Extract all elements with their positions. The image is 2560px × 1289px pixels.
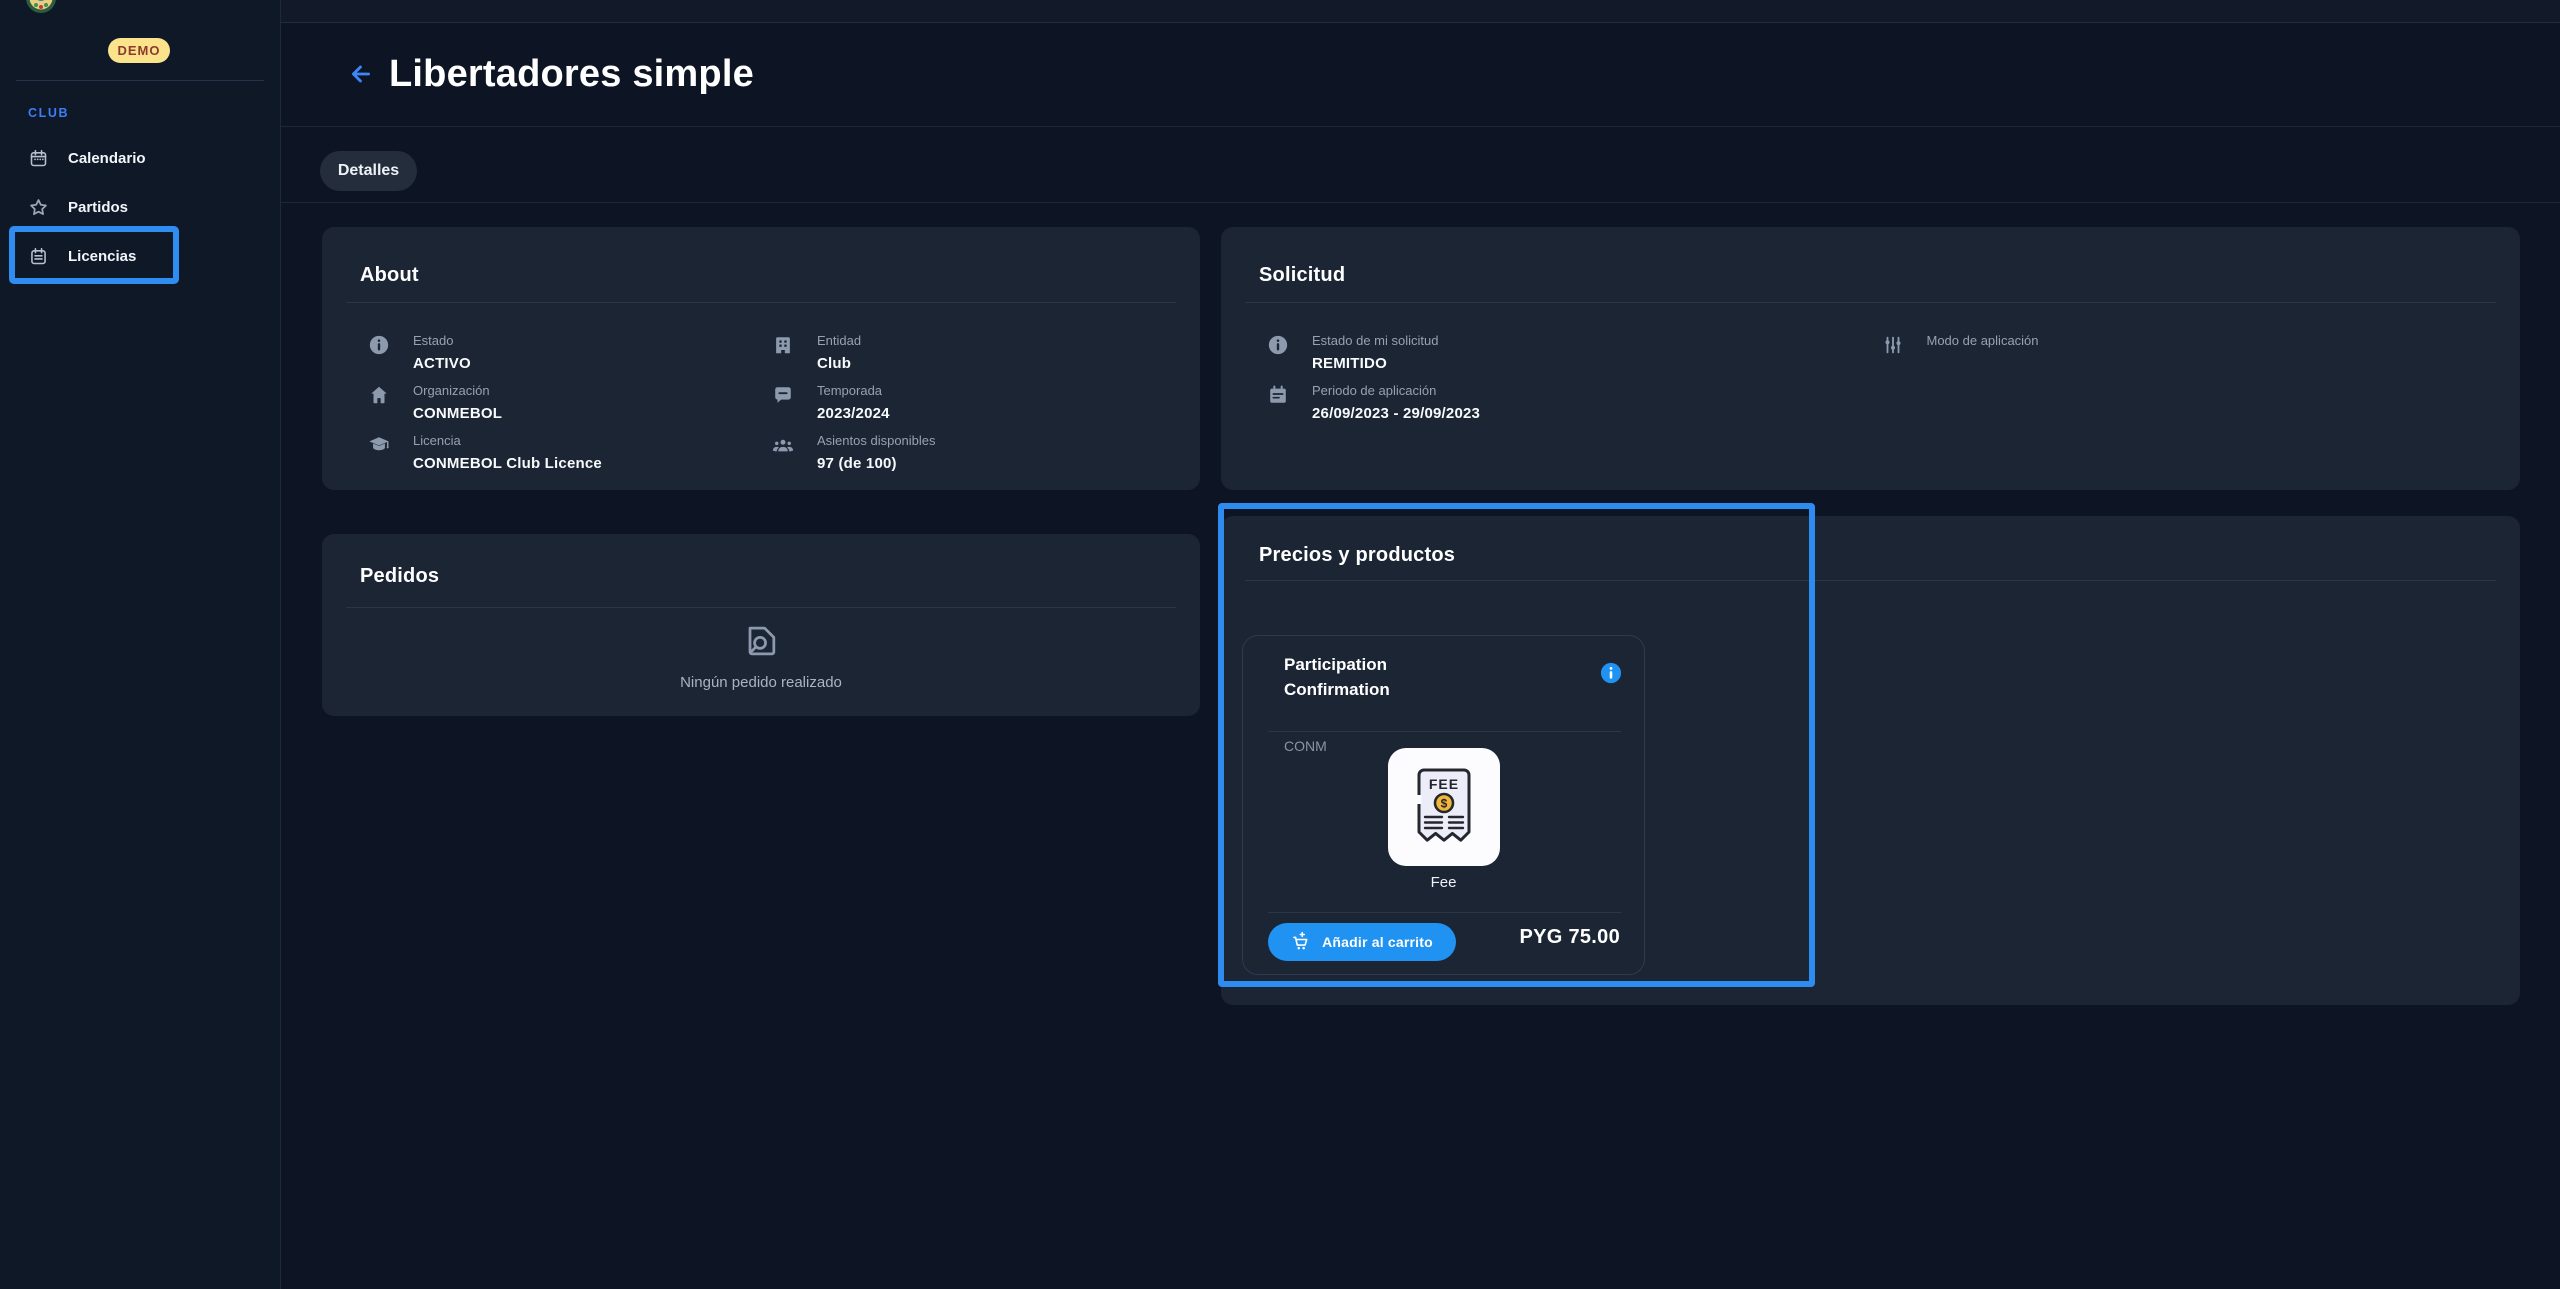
- product-image: FEE $: [1388, 748, 1500, 866]
- field-label: Asientos disponibles: [817, 433, 936, 449]
- card-title: Solicitud: [1259, 264, 1345, 287]
- pedidos-card: Pedidos Ningún pedido realizado: [322, 534, 1200, 716]
- field-label: Modo de aplicación: [1927, 333, 2039, 349]
- sidebar-divider: [16, 80, 264, 81]
- club-crest-logo[interactable]: [24, 0, 58, 14]
- about-field-estado: Estado ACTIVO: [368, 333, 772, 375]
- sidebar-item-licencias[interactable]: Licencias: [28, 243, 136, 269]
- info-icon: [368, 334, 390, 356]
- product-divider: [1268, 912, 1621, 913]
- top-strip: [0, 0, 2560, 23]
- cart-plus-icon: [1291, 932, 1311, 952]
- card-title: Precios y productos: [1259, 544, 1455, 567]
- product-name: Participation Confirmation: [1284, 652, 1459, 702]
- field-value: REMITIDO: [1312, 354, 1438, 373]
- product-code: CONM: [1284, 738, 1327, 754]
- demo-badge: DEMO: [108, 38, 170, 63]
- precios-card: Precios y productos Participation Confir…: [1221, 516, 2520, 1005]
- crest-icon: [24, 0, 58, 14]
- about-field-licencia: Licencia CONMEBOL Club Licence: [368, 433, 772, 475]
- pedidos-empty-text: Ningún pedido realizado: [680, 674, 842, 691]
- sidebar: DEMO CLUB Calendario: [0, 0, 281, 1289]
- field-label: Licencia: [413, 433, 602, 449]
- info-icon: [1267, 334, 1289, 356]
- sidebar-item-label: Licencias: [68, 248, 136, 265]
- card-divider: [1245, 302, 2496, 303]
- product-card: Participation Confirmation CONM FEE $: [1242, 635, 1645, 975]
- sliders-icon: [1882, 334, 1904, 356]
- about-fields: Estado ACTIVO Entidad Club Organizac: [322, 333, 1200, 475]
- sidebar-item-calendario[interactable]: Calendario: [28, 145, 146, 171]
- field-value: 26/09/2023 - 29/09/2023: [1312, 404, 1480, 423]
- field-label: Organización: [413, 383, 502, 399]
- field-label: Entidad: [817, 333, 861, 349]
- product-image-caption: Fee: [1243, 874, 1644, 891]
- field-value: ACTIVO: [413, 354, 471, 373]
- back-button[interactable]: [347, 59, 375, 89]
- app-root: DEMO CLUB Calendario: [0, 0, 2560, 1289]
- field-value: 97 (de 100): [817, 454, 936, 473]
- graduation-cap-icon: [368, 434, 390, 456]
- sidebar-item-partidos[interactable]: Partidos: [28, 194, 128, 220]
- card-title: Pedidos: [360, 565, 439, 588]
- calendar-icon: [28, 148, 49, 169]
- add-to-cart-button[interactable]: Añadir al carrito: [1268, 923, 1456, 961]
- about-field-temporada: Temporada 2023/2024: [772, 383, 1176, 425]
- sidebar-item-label: Partidos: [68, 199, 128, 216]
- tabs-divider: [280, 202, 2560, 203]
- about-field-organizacion: Organización CONMEBOL: [368, 383, 772, 425]
- fee-label: FEE: [1429, 776, 1459, 792]
- arrow-left-icon: [348, 61, 374, 87]
- card-title: About: [360, 264, 419, 287]
- product-price: PYG 75.00: [1519, 926, 1620, 949]
- card-divider: [346, 302, 1176, 303]
- info-circle-icon[interactable]: [1600, 662, 1622, 684]
- home-icon: [368, 384, 390, 406]
- card-divider: [346, 607, 1176, 608]
- pedidos-empty-state: Ningún pedido realizado: [322, 618, 1200, 691]
- sidebar-item-label: Calendario: [68, 150, 146, 167]
- about-field-entidad: Entidad Club: [772, 333, 1176, 375]
- field-label: Periodo de aplicación: [1312, 383, 1480, 399]
- season-icon: [772, 384, 794, 406]
- calendar-icon: [1267, 384, 1289, 406]
- add-to-cart-label: Añadir al carrito: [1322, 934, 1433, 950]
- page-title: Libertadores simple: [389, 52, 754, 96]
- tab-label: Detalles: [338, 162, 399, 180]
- field-label: Estado de mi solicitud: [1312, 333, 1438, 349]
- fee-receipt-icon: FEE $: [1413, 765, 1475, 849]
- sidebar-section-label: CLUB: [28, 106, 69, 120]
- about-card: About Estado ACTIVO Entidad Club: [322, 227, 1200, 490]
- field-label: Temporada: [817, 383, 890, 399]
- solicitud-fields: Estado de mi solicitud REMITIDO Modo de …: [1221, 333, 2520, 425]
- header-divider: [280, 126, 2560, 127]
- solicitud-field-estado: Estado de mi solicitud REMITIDO: [1267, 333, 1882, 375]
- field-value: CONMEBOL: [413, 404, 502, 423]
- solicitud-field-modo: Modo de aplicación: [1882, 333, 2497, 375]
- field-label: Estado: [413, 333, 471, 349]
- building-icon: [772, 334, 794, 356]
- field-value: 2023/2024: [817, 404, 890, 423]
- field-value: CONMEBOL Club Licence: [413, 454, 602, 473]
- solicitud-card: Solicitud Estado de mi solicitud REMITID…: [1221, 227, 2520, 490]
- people-icon: [772, 434, 794, 456]
- product-divider: [1268, 731, 1621, 732]
- licences-icon: [28, 246, 49, 267]
- field-value: Club: [817, 354, 861, 373]
- document-search-icon: [739, 618, 783, 669]
- star-icon: [28, 197, 49, 218]
- card-divider: [1245, 580, 2496, 581]
- tab-detalles[interactable]: Detalles: [320, 151, 417, 191]
- solicitud-field-periodo: Periodo de aplicación 26/09/2023 - 29/09…: [1267, 383, 1882, 425]
- coin-symbol: $: [1441, 797, 1448, 811]
- about-field-asientos: Asientos disponibles 97 (de 100): [772, 433, 1176, 475]
